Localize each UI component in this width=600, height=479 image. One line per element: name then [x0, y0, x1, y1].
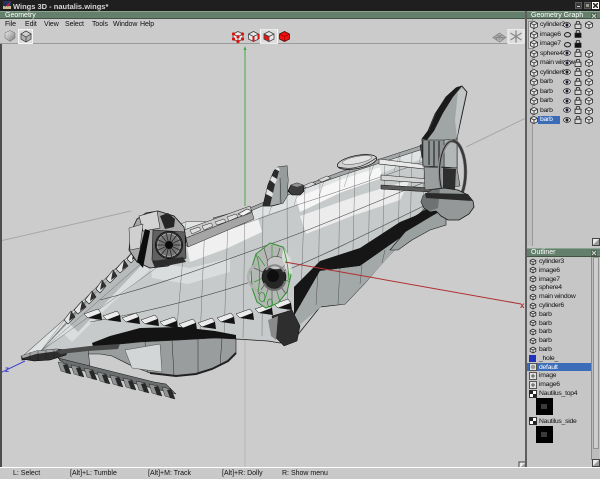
- svg-text:z: z: [5, 365, 9, 374]
